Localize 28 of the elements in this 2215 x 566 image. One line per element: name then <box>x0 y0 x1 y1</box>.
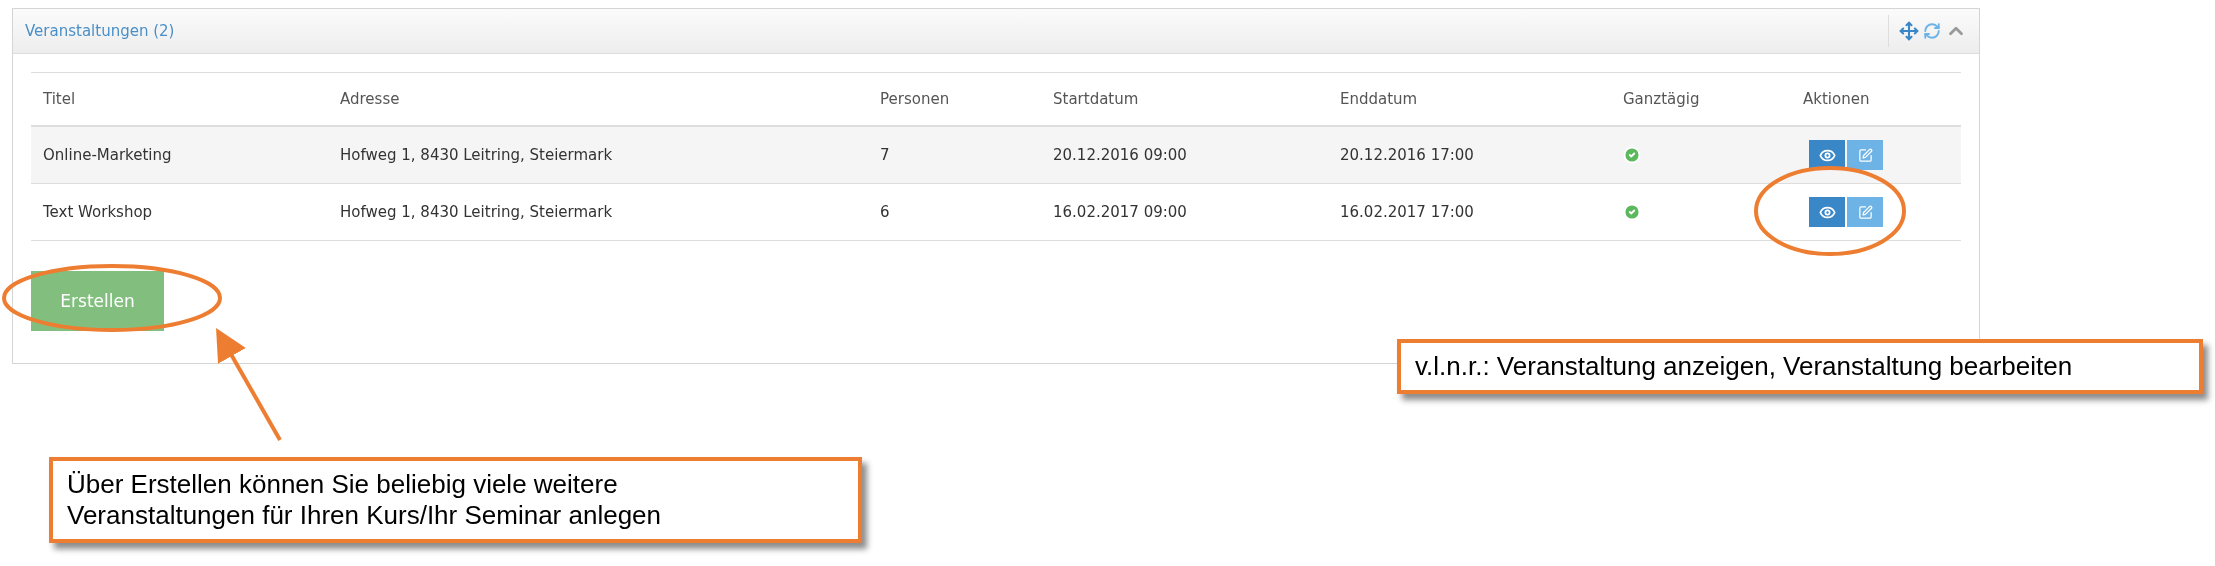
table-cell-text: Online-Marketing <box>42 146 173 164</box>
table-cell-text: 16.02.2017 17:00 <box>1339 203 1475 221</box>
column-header: Adresse <box>339 90 401 108</box>
table-cell-text: 7 <box>879 146 891 164</box>
panel-title: Veranstaltungen (2) <box>25 22 176 40</box>
table-cell-text: 16.02.2017 09:00 <box>1052 203 1188 221</box>
annotation-callout: v.l.n.r.: Veranstaltung anzeigen, Veranstaltung bearbeiten <box>1397 339 2203 395</box>
table-cell-text: 20.12.2016 09:00 <box>1052 146 1188 164</box>
table-cell-text: Text Workshop <box>42 203 154 221</box>
column-header: Aktionen <box>1802 90 1871 108</box>
column-header: Startdatum <box>1052 90 1140 108</box>
column-header: Personen <box>879 90 951 108</box>
table-cell-text: Hofweg 1, 8430 Leitring, Steiermark <box>339 203 614 221</box>
create-button[interactable]: Erstellen <box>31 271 164 331</box>
table-cell-text: 20.12.2016 17:00 <box>1339 146 1475 164</box>
view-button[interactable] <box>1809 197 1845 227</box>
column-header: Ganztägig <box>1622 90 1701 108</box>
edit-button[interactable] <box>1847 197 1883 227</box>
table-cell-text: Hofweg 1, 8430 Leitring, Steiermark <box>339 146 614 164</box>
column-header: Enddatum <box>1339 90 1419 108</box>
edit-icon <box>1857 147 1873 163</box>
refresh-icon[interactable] <box>1923 22 1941 40</box>
edit-icon <box>1857 204 1873 220</box>
column-header: Titel <box>42 90 77 108</box>
edit-button[interactable] <box>1847 140 1883 170</box>
annotation-callout: Über Erstellen können Sie beliebig viele weitere Veranstaltungen für Ihren Kurs/Ihr Seminar anlegen <box>49 457 862 544</box>
table-cell-text: 6 <box>879 203 891 221</box>
move-icon[interactable] <box>1899 21 1919 41</box>
